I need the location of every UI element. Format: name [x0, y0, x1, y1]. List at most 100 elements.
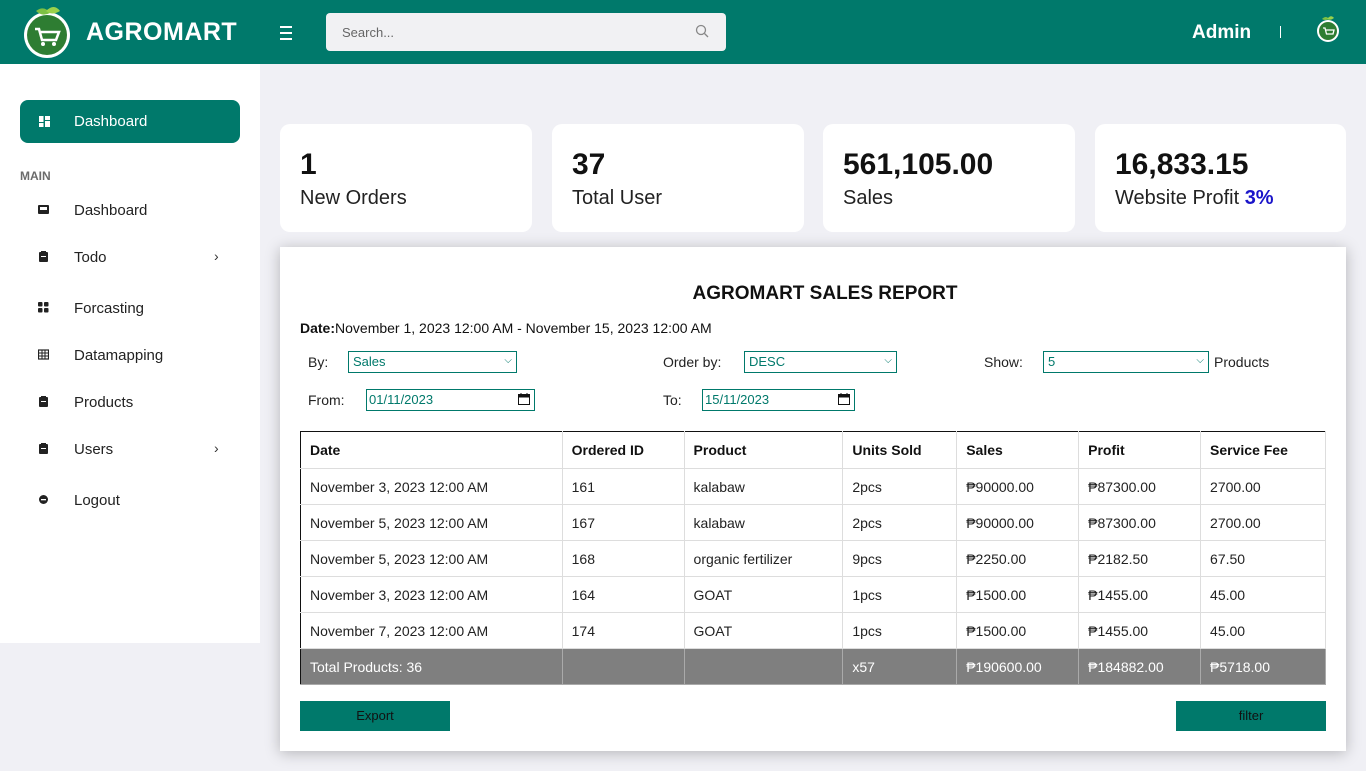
sidebar-item-datamapping[interactable]: Datamapping	[20, 338, 240, 374]
show-select-value: 5	[1048, 354, 1056, 369]
table-cell: 2700.00	[1200, 468, 1326, 505]
to-label: To:	[663, 392, 682, 408]
sidebar-item-label: Users	[74, 441, 114, 458]
dashboard-grid-icon	[39, 116, 50, 127]
table-cell: ₱90000.00	[956, 504, 1080, 541]
chevron-right-icon[interactable]: ›	[214, 440, 219, 456]
sidebar-item-label: Datamapping	[74, 347, 164, 364]
table-cell: 1pcs	[842, 612, 958, 649]
filter-button[interactable]: filter	[1176, 701, 1326, 731]
table-header-row: Date Ordered ID Product Units Sold Sales…	[300, 431, 1326, 469]
sidebar-item-users[interactable]: Users ›	[20, 432, 240, 468]
report-date-range: November 1, 2023 12:00 AM - November 15,…	[335, 320, 712, 336]
report-date-label: Date:	[300, 320, 336, 336]
total-cell	[562, 648, 685, 685]
order-by-select[interactable]: DESC ⌵	[744, 351, 897, 373]
column-header[interactable]: Date	[300, 431, 563, 469]
total-cell: ₱184882.00	[1078, 648, 1202, 685]
table-cell: GOAT	[684, 612, 844, 649]
stat-caption-row: Website Profit 3%	[1115, 187, 1274, 210]
table-cell: ₱87300.00	[1078, 504, 1202, 541]
from-date-input[interactable]: 01/11/2023	[366, 389, 535, 411]
table-cell: ₱2182.50	[1078, 540, 1202, 577]
chevron-down-icon: ⌵	[504, 355, 512, 366]
table-cell: 2pcs	[842, 504, 958, 541]
sidebar: Dashboard MAIN Dashboard Todo › Forcasti…	[0, 64, 260, 643]
search-icon[interactable]	[695, 24, 709, 38]
from-label: From:	[308, 392, 345, 408]
sidebar-active-label: Dashboard	[74, 113, 148, 130]
to-date-input[interactable]: 15/11/2023	[702, 389, 855, 411]
search-box	[326, 13, 726, 51]
stat-value: 16,833.15	[1115, 148, 1249, 181]
column-header[interactable]: Units Sold	[842, 431, 958, 469]
column-header[interactable]: Ordered ID	[562, 431, 685, 469]
logout-icon	[39, 495, 48, 504]
inbox-icon	[38, 205, 49, 214]
avatar[interactable]	[1316, 15, 1340, 43]
clipboard-icon	[39, 443, 48, 454]
profit-percent: 3%	[1244, 187, 1274, 209]
table-cell: 67.50	[1200, 540, 1326, 577]
user-name[interactable]: Admin	[1192, 22, 1251, 44]
sidebar-item-label: Forcasting	[74, 300, 145, 317]
sidebar-item-todo[interactable]: Todo ›	[20, 240, 240, 276]
table-cell: 164	[562, 576, 685, 613]
sidebar-item-dashboard[interactable]: Dashboard	[20, 193, 240, 229]
table-cell: November 5, 2023 12:00 AM	[300, 540, 563, 577]
table-icon	[38, 349, 49, 360]
by-select[interactable]: Sales ⌵	[348, 351, 517, 373]
stat-caption: Total User	[572, 187, 663, 209]
calendar-icon[interactable]	[518, 393, 530, 405]
table-cell: 45.00	[1200, 576, 1326, 613]
sidebar-item-label: Todo	[74, 249, 107, 266]
stat-value: 561,105.00	[843, 148, 994, 181]
search-input[interactable]	[326, 13, 666, 51]
column-header[interactable]: Product	[684, 431, 844, 469]
by-select-value: Sales	[353, 354, 386, 369]
header-divider	[1280, 26, 1281, 38]
sales-report-table: Date Ordered ID Product Units Sold Sales…	[300, 431, 1326, 685]
hamburger-menu-icon[interactable]	[280, 22, 298, 42]
table-cell: ₱1500.00	[956, 612, 1080, 649]
table-cell: November 3, 2023 12:00 AM	[300, 576, 563, 613]
report-title: AGROMART SALES REPORT	[692, 283, 958, 304]
column-header[interactable]: Sales	[956, 431, 1080, 469]
column-header[interactable]: Profit	[1078, 431, 1202, 469]
table-cell: kalabaw	[684, 468, 844, 505]
table-row: November 3, 2023 12:00 AM 161 kalabaw 2p…	[300, 468, 1326, 505]
sidebar-item-products[interactable]: Products	[20, 385, 240, 421]
order-by-label: Order by:	[663, 354, 722, 370]
by-label: By:	[308, 354, 329, 370]
stat-card-new-orders: 1 New Orders	[280, 124, 532, 232]
sidebar-item-forcasting[interactable]: Forcasting	[20, 291, 240, 327]
from-date-value: 01/11/2023	[369, 392, 434, 407]
table-row: November 7, 2023 12:00 AM 174 GOAT 1pcs …	[300, 612, 1326, 649]
table-cell: ₱1500.00	[956, 576, 1080, 613]
table-cell: kalabaw	[684, 504, 844, 541]
total-cell: x57	[842, 648, 958, 685]
sidebar-item-logout[interactable]: Logout	[20, 483, 240, 519]
table-cell: ₱1455.00	[1078, 612, 1202, 649]
table-cell: 45.00	[1200, 612, 1326, 649]
chevron-down-icon: ⌵	[1196, 355, 1204, 366]
table-cell: 174	[562, 612, 685, 649]
stat-card-sales: 561,105.00 Sales	[823, 124, 1075, 232]
calendar-icon[interactable]	[838, 393, 850, 405]
total-cell: ₱5718.00	[1200, 648, 1326, 685]
table-row: November 5, 2023 12:00 AM 167 kalabaw 2p…	[300, 504, 1326, 541]
clipboard-icon	[39, 251, 48, 262]
total-cell: Total Products: 36	[300, 648, 563, 685]
chevron-right-icon[interactable]: ›	[214, 248, 219, 264]
column-header[interactable]: Service Fee	[1200, 431, 1326, 469]
table-cell: November 7, 2023 12:00 AM	[300, 612, 563, 649]
table-cell: ₱87300.00	[1078, 468, 1202, 505]
agromart-logo[interactable]	[22, 5, 72, 59]
sidebar-item-label: Products	[74, 394, 134, 411]
export-button[interactable]: Export	[300, 701, 450, 731]
sidebar-item-dashboard-active[interactable]: Dashboard	[20, 100, 240, 143]
show-select[interactable]: 5 ⌵	[1043, 351, 1209, 373]
table-cell: 168	[562, 540, 685, 577]
show-label: Show:	[984, 354, 1023, 370]
stat-value: 37	[572, 148, 606, 181]
